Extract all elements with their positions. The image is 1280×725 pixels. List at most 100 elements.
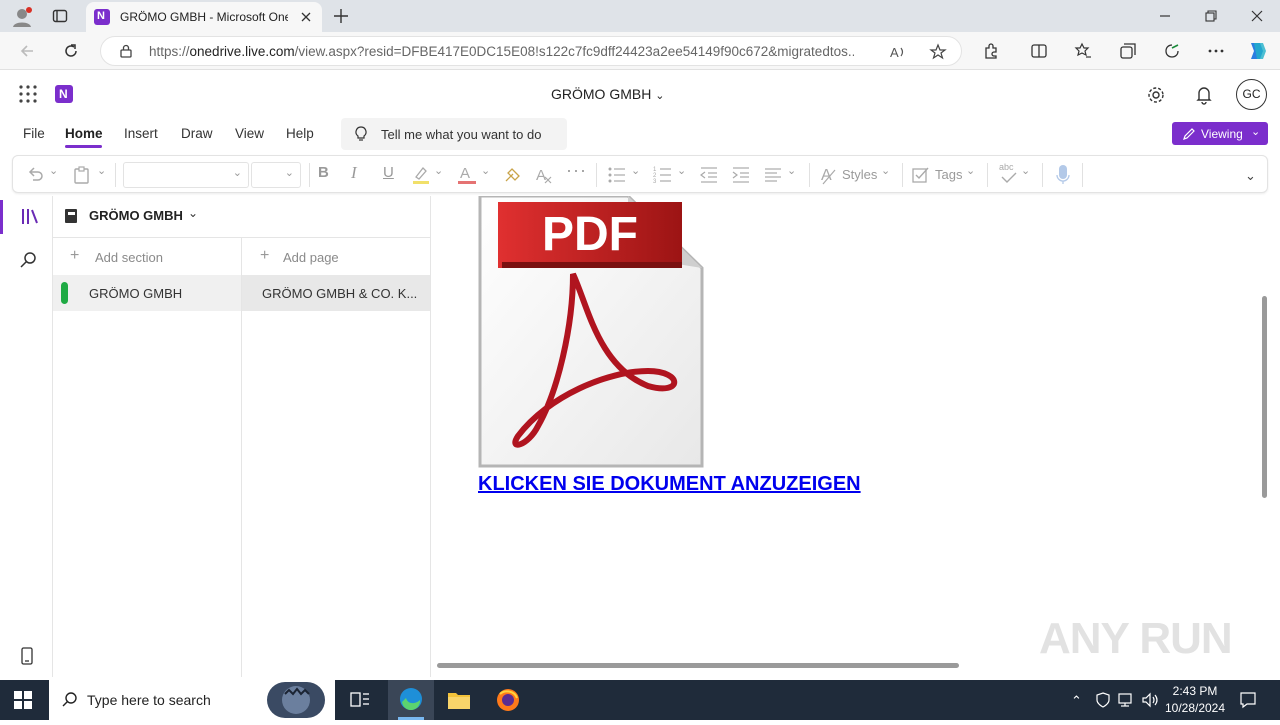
collections-icon[interactable] <box>1119 42 1137 60</box>
bullets-dropdown-icon[interactable]: ⌄ <box>631 164 640 177</box>
add-page-button[interactable]: + Add page <box>242 238 430 274</box>
tags-dropdown-icon[interactable]: ⌄ <box>966 164 975 177</box>
app-launcher-icon[interactable] <box>18 84 38 104</box>
minimize-icon[interactable] <box>1158 9 1172 23</box>
clock-time[interactable]: 2:43 PM <box>1160 684 1230 698</box>
close-window-icon[interactable] <box>1250 9 1264 23</box>
font-family-select[interactable]: ⌄ <box>123 162 249 188</box>
section-color-tab <box>61 282 68 304</box>
align-icon[interactable] <box>763 165 783 185</box>
numbering-icon[interactable]: 123 <box>653 165 673 185</box>
edge-taskbar-button[interactable] <box>388 680 434 720</box>
clock-date[interactable]: 10/28/2024 <box>1160 701 1230 715</box>
search-icon[interactable] <box>19 250 39 270</box>
underline-icon[interactable]: U <box>383 164 394 181</box>
tab-insert[interactable]: Insert <box>124 126 158 141</box>
left-rail <box>0 196 53 677</box>
task-view-icon[interactable] <box>350 691 370 709</box>
copilot-icon[interactable] <box>1245 39 1269 63</box>
split-screen-icon[interactable] <box>1030 42 1048 60</box>
notification-bell-icon[interactable] <box>1195 85 1213 105</box>
restore-icon[interactable] <box>1204 9 1218 23</box>
notebook-header[interactable]: GRÖMO GMBH ⌄ <box>53 196 430 238</box>
highlight-dropdown-icon[interactable]: ⌄ <box>434 164 443 177</box>
spelling-icon[interactable]: abc <box>998 162 1020 186</box>
bold-icon[interactable]: B <box>318 164 329 181</box>
format-painter-icon[interactable] <box>503 165 523 185</box>
page-item[interactable]: GRÖMO GMBH & CO. K... <box>242 275 430 311</box>
tab-home[interactable]: Home <box>65 126 103 141</box>
highlighter-icon[interactable] <box>411 165 431 185</box>
horizontal-scrollbar[interactable] <box>437 663 959 668</box>
watermark: ANY RUN <box>1039 614 1233 663</box>
favorites-icon[interactable] <box>1074 42 1092 60</box>
italic-icon[interactable]: I <box>351 163 357 183</box>
clear-formatting-icon[interactable]: A <box>534 165 554 185</box>
font-size-select[interactable]: ⌄ <box>251 162 301 188</box>
tab-help[interactable]: Help <box>286 126 314 141</box>
favorite-star-icon[interactable] <box>929 43 947 61</box>
address-row: https://onedrive.live.com/view.aspx?resi… <box>0 32 1280 70</box>
undo-dropdown-icon[interactable]: ⌄ <box>49 164 58 177</box>
align-dropdown-icon[interactable]: ⌄ <box>787 164 796 177</box>
url-text[interactable]: https://onedrive.live.com/view.aspx?resi… <box>149 44 854 59</box>
bullets-icon[interactable] <box>607 165 627 185</box>
browser-tab-active[interactable]: N GRÖMO GMBH - Microsoft OneNote <box>86 2 322 32</box>
dictate-microphone-icon[interactable] <box>1055 164 1071 186</box>
tell-me-search[interactable]: Tell me what you want to do <box>341 118 567 150</box>
spelling-dropdown-icon[interactable]: ⌄ <box>1021 164 1030 177</box>
firefox-icon[interactable] <box>496 688 520 712</box>
notebook-title[interactable]: GRÖMO GMBH ⌄ <box>551 86 664 102</box>
section-item[interactable]: GRÖMO GMBH <box>53 275 241 311</box>
tab-actions-icon[interactable] <box>52 8 68 24</box>
font-color-icon[interactable]: A <box>457 164 477 186</box>
notification-center-icon[interactable] <box>1239 691 1257 709</box>
tags-label[interactable]: Tags <box>935 167 962 182</box>
volume-icon[interactable] <box>1141 692 1159 708</box>
mobile-view-icon[interactable] <box>20 646 34 666</box>
numbering-dropdown-icon[interactable]: ⌄ <box>677 164 686 177</box>
file-explorer-icon[interactable] <box>447 689 471 711</box>
add-section-button[interactable]: + Add section <box>53 238 241 274</box>
paste-dropdown-icon[interactable]: ⌄ <box>97 164 106 177</box>
more-options-icon[interactable] <box>1207 42 1225 60</box>
network-icon[interactable] <box>1118 692 1136 708</box>
styles-label[interactable]: Styles <box>842 167 877 182</box>
close-tab-icon[interactable] <box>298 9 314 25</box>
address-bar[interactable]: https://onedrive.live.com/view.aspx?resi… <box>100 36 962 66</box>
document-link[interactable]: KLICKEN SIE DOKUMENT ANZUZEIGEN <box>478 473 861 496</box>
show-hidden-icons-icon[interactable]: ⌃ <box>1071 693 1082 709</box>
extensions-icon[interactable] <box>982 42 1000 60</box>
tell-me-text: Tell me what you want to do <box>381 127 542 142</box>
taskbar-search[interactable]: Type here to search <box>49 680 335 720</box>
more-font-options-icon[interactable]: ··· <box>566 160 587 181</box>
tab-view[interactable]: View <box>235 126 264 141</box>
styles-dropdown-icon[interactable]: ⌄ <box>881 164 890 177</box>
windows-start-icon[interactable] <box>14 691 32 709</box>
pdf-document-image[interactable]: PDF <box>478 194 704 469</box>
undo-icon[interactable] <box>25 165 45 185</box>
decrease-indent-icon[interactable] <box>699 165 719 185</box>
notebooks-icon[interactable] <box>20 207 40 227</box>
read-aloud-icon[interactable]: A <box>889 43 907 61</box>
increase-indent-icon[interactable] <box>731 165 751 185</box>
clipboard-icon[interactable] <box>73 165 91 185</box>
expand-ribbon-icon[interactable]: ⌄ <box>1245 168 1256 184</box>
tab-draw[interactable]: Draw <box>181 126 213 141</box>
tag-checkbox-icon[interactable] <box>911 165 931 185</box>
new-tab-icon[interactable] <box>332 7 350 25</box>
profile-icon[interactable] <box>11 6 33 28</box>
browser-essentials-icon[interactable] <box>1163 42 1181 60</box>
viewing-mode-button[interactable]: Viewing ⌄ <box>1172 122 1268 145</box>
browser-tab-bar: N GRÖMO GMBH - Microsoft OneNote <box>0 0 1280 32</box>
settings-gear-icon[interactable] <box>1146 85 1166 105</box>
security-shield-icon[interactable] <box>1096 692 1110 708</box>
vertical-scrollbar[interactable] <box>1262 296 1267 498</box>
lock-icon[interactable] <box>119 44 133 58</box>
tab-file[interactable]: File <box>23 126 45 141</box>
back-icon[interactable] <box>18 42 36 60</box>
avatar[interactable]: GC <box>1236 79 1267 110</box>
refresh-icon[interactable] <box>62 42 80 60</box>
styles-icon[interactable]: A <box>819 164 839 186</box>
font-color-dropdown-icon[interactable]: ⌄ <box>481 164 490 177</box>
